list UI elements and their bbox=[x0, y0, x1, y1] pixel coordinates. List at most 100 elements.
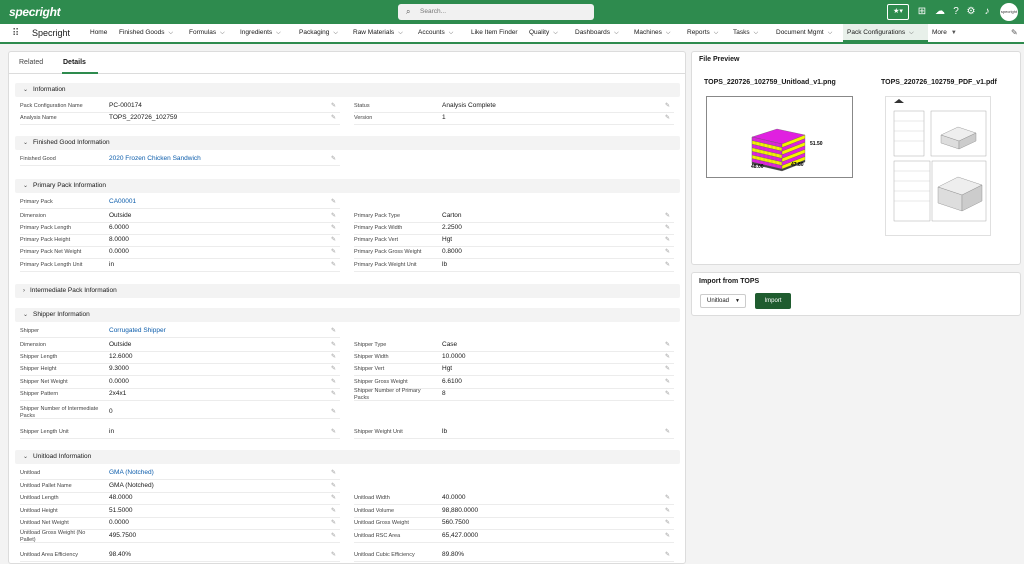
chevron-down-icon[interactable]: ⌄ bbox=[23, 454, 28, 460]
chevron-down-icon[interactable]: ⌵ bbox=[449, 30, 454, 36]
chevron-down-icon[interactable]: ⌵ bbox=[666, 30, 671, 36]
star-dropdown-icon[interactable]: ★▾ bbox=[887, 4, 909, 20]
pencil-icon[interactable]: ✎ bbox=[665, 236, 670, 243]
chevron-down-icon[interactable]: ⌵ bbox=[276, 30, 281, 36]
pencil-icon[interactable]: ✎ bbox=[331, 428, 336, 435]
pencil-icon[interactable]: ✎ bbox=[665, 551, 670, 558]
pencil-icon[interactable]: ✎ bbox=[331, 261, 336, 268]
nav-item-packaging[interactable]: Packaging ⌵ bbox=[295, 24, 349, 42]
pencil-icon[interactable]: ✎ bbox=[331, 198, 336, 205]
pencil-icon[interactable]: ✎ bbox=[331, 212, 336, 219]
plus-icon[interactable]: ⊞ bbox=[915, 4, 929, 20]
chevron-down-icon[interactable]: ⌄ bbox=[23, 312, 28, 318]
help-icon[interactable]: ? bbox=[949, 4, 963, 20]
gear-icon[interactable]: ⚙ bbox=[964, 4, 978, 20]
pencil-icon[interactable]: ✎ bbox=[665, 114, 670, 121]
pencil-icon[interactable]: ✎ bbox=[665, 248, 670, 255]
chevron-down-icon[interactable]: ⌵ bbox=[398, 30, 403, 36]
nav-item-more[interactable]: More ▼ bbox=[928, 24, 966, 42]
field-value-link[interactable]: Corrugated Shipper bbox=[109, 327, 166, 334]
pencil-icon[interactable]: ✎ bbox=[665, 224, 670, 231]
import-button[interactable]: Import bbox=[755, 293, 791, 309]
nav-item-reports[interactable]: Reports ⌵ bbox=[683, 24, 729, 42]
nav-item-tasks[interactable]: Tasks ⌵ bbox=[729, 24, 772, 42]
edit-nav-icon[interactable]: ✎ bbox=[1011, 28, 1018, 37]
bell-icon[interactable]: ♪ bbox=[980, 4, 994, 20]
pencil-icon[interactable]: ✎ bbox=[331, 551, 336, 558]
pencil-icon[interactable]: ✎ bbox=[331, 469, 336, 476]
pencil-icon[interactable]: ✎ bbox=[331, 507, 336, 514]
section-header-intermediate-pack-information[interactable]: › Intermediate Pack Information bbox=[15, 284, 680, 298]
nav-item-accounts[interactable]: Accounts ⌵ bbox=[414, 24, 467, 42]
pencil-icon[interactable]: ✎ bbox=[665, 341, 670, 348]
pencil-icon[interactable]: ✎ bbox=[665, 102, 670, 109]
pencil-icon[interactable]: ✎ bbox=[331, 341, 336, 348]
pdf-thumbnail-preview[interactable] bbox=[885, 96, 991, 236]
pencil-icon[interactable]: ✎ bbox=[665, 507, 670, 514]
section-header-finished-good-information[interactable]: ⌄ Finished Good Information bbox=[15, 136, 680, 150]
pencil-icon[interactable]: ✎ bbox=[331, 248, 336, 255]
unitload-image-preview[interactable]: 51.50 48.00 47.80 bbox=[706, 96, 853, 178]
chevron-down-icon[interactable]: ⌵ bbox=[828, 30, 833, 36]
app-launcher-icon[interactable]: ⠿ bbox=[12, 28, 23, 39]
section-header-information[interactable]: ⌄ Information bbox=[15, 83, 680, 97]
specright-logo[interactable]: specright bbox=[9, 5, 61, 19]
field-value-link[interactable]: 2020 Frozen Chicken Sandwich bbox=[109, 155, 201, 162]
import-type-select[interactable]: Unitload ▼ bbox=[700, 294, 746, 308]
pencil-icon[interactable]: ✎ bbox=[665, 353, 670, 360]
pencil-icon[interactable]: ✎ bbox=[665, 494, 670, 501]
nav-item-raw-materials[interactable]: Raw Materials ⌵ bbox=[349, 24, 414, 42]
pencil-icon[interactable]: ✎ bbox=[665, 532, 670, 539]
pencil-icon[interactable]: ✎ bbox=[331, 378, 336, 385]
nav-item-like-item-finder[interactable]: Like Item Finder bbox=[467, 24, 525, 42]
chevron-down-icon[interactable]: ⌵ bbox=[754, 30, 759, 36]
pencil-icon[interactable]: ✎ bbox=[665, 378, 670, 385]
pencil-icon[interactable]: ✎ bbox=[331, 236, 336, 243]
chevron-down-icon[interactable]: ⌵ bbox=[553, 30, 558, 36]
pencil-icon[interactable]: ✎ bbox=[331, 365, 336, 372]
chevron-down-icon[interactable]: ⌵ bbox=[220, 30, 225, 36]
nav-item-document-mgmt[interactable]: Document Mgmt ⌵ bbox=[772, 24, 843, 42]
tab-related[interactable]: Related bbox=[19, 59, 43, 66]
chevron-right-icon[interactable]: › bbox=[23, 288, 25, 294]
chevron-down-icon[interactable]: ⌄ bbox=[23, 87, 28, 93]
pencil-icon[interactable]: ✎ bbox=[331, 494, 336, 501]
section-header-primary-pack-information[interactable]: ⌄ Primary Pack Information bbox=[15, 179, 680, 193]
chevron-down-icon[interactable]: ⌄ bbox=[23, 183, 28, 189]
nav-item-home[interactable]: Home bbox=[86, 24, 114, 42]
nav-item-finished-goods[interactable]: Finished Goods ⌵ bbox=[115, 24, 185, 42]
cloud-icon[interactable]: ☁ bbox=[933, 4, 947, 20]
pencil-icon[interactable]: ✎ bbox=[665, 428, 670, 435]
global-search-input[interactable]: ⌕ Search... bbox=[398, 4, 594, 20]
chevron-down-icon[interactable]: ⌵ bbox=[169, 30, 174, 36]
pencil-icon[interactable]: ✎ bbox=[331, 102, 336, 109]
avatar[interactable]: specright bbox=[1000, 3, 1018, 21]
section-header-unitload-information[interactable]: ⌄ Unitload Information bbox=[15, 450, 680, 464]
pencil-icon[interactable]: ✎ bbox=[665, 212, 670, 219]
pencil-icon[interactable]: ✎ bbox=[665, 519, 670, 526]
file-name-unitload[interactable]: TOPS_220726_102759_Unitload_v1.png bbox=[704, 79, 836, 86]
nav-item-ingredients[interactable]: Ingredients ⌵ bbox=[236, 24, 295, 42]
field-value-link[interactable]: CA00001 bbox=[109, 198, 136, 205]
pencil-icon[interactable]: ✎ bbox=[331, 532, 336, 539]
file-name-pdf[interactable]: TOPS_220726_102759_PDF_v1.pdf bbox=[881, 79, 997, 86]
nav-item-quality[interactable]: Quality ⌵ bbox=[525, 24, 571, 42]
chevron-down-icon[interactable]: ▼ bbox=[951, 30, 957, 36]
pencil-icon[interactable]: ✎ bbox=[665, 390, 670, 397]
nav-item-machines[interactable]: Machines ⌵ bbox=[630, 24, 683, 42]
pencil-icon[interactable]: ✎ bbox=[331, 327, 336, 334]
pencil-icon[interactable]: ✎ bbox=[665, 365, 670, 372]
pencil-icon[interactable]: ✎ bbox=[331, 224, 336, 231]
nav-item-dashboards[interactable]: Dashboards ⌵ bbox=[571, 24, 630, 42]
field-value-link[interactable]: GMA (Notched) bbox=[109, 469, 154, 476]
pencil-icon[interactable]: ✎ bbox=[331, 482, 336, 489]
chevron-down-icon[interactable]: ⌵ bbox=[714, 30, 719, 36]
pencil-icon[interactable]: ✎ bbox=[331, 155, 336, 162]
nav-item-pack-configurations[interactable]: Pack Configurations ⌵ bbox=[843, 24, 928, 42]
pencil-icon[interactable]: ✎ bbox=[331, 519, 336, 526]
chevron-down-icon[interactable]: ⌵ bbox=[614, 30, 619, 36]
chevron-down-icon[interactable]: ⌵ bbox=[333, 30, 338, 36]
section-header-shipper-information[interactable]: ⌄ Shipper Information bbox=[15, 308, 680, 322]
pencil-icon[interactable]: ✎ bbox=[331, 408, 336, 415]
chevron-down-icon[interactable]: ⌵ bbox=[909, 30, 914, 36]
